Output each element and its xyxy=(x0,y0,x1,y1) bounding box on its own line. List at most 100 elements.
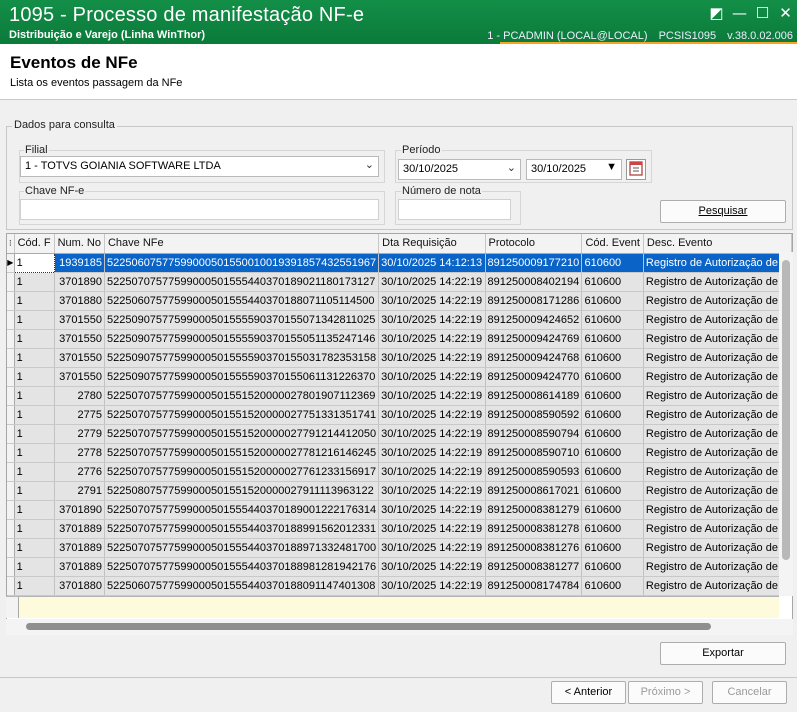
table-cell[interactable]: 30/10/2025 14:22:19 xyxy=(378,500,486,520)
table-cell[interactable]: 610600 xyxy=(581,443,644,463)
table-cell[interactable]: Registro de Autorização de C xyxy=(643,481,792,501)
table-cell[interactable]: 30/10/2025 14:22:19 xyxy=(378,519,486,539)
table-cell[interactable]: 30/10/2025 14:22:19 xyxy=(378,424,486,444)
table-cell[interactable]: 1 xyxy=(14,538,55,558)
close-icon[interactable]: ✕ xyxy=(774,2,797,24)
table-cell[interactable]: 5225070757759900050155544037018900122217… xyxy=(104,500,380,520)
table-cell[interactable]: Registro de Autorização de C xyxy=(643,386,792,406)
table-cell[interactable]: 891250008381277 xyxy=(485,557,583,577)
table-cell[interactable]: Registro de Autorização de C xyxy=(643,253,792,273)
table-cell[interactable]: 610600 xyxy=(581,405,644,425)
table-row[interactable]: 1 3701889 52250707577599000501555440370188… xyxy=(7,519,792,539)
table-cell[interactable]: 5225070757759900050155544037018902118017… xyxy=(104,272,380,292)
vertical-scrollbar[interactable] xyxy=(779,252,793,596)
table-cell[interactable]: 1 xyxy=(14,272,55,292)
table-cell[interactable]: 610600 xyxy=(581,253,644,273)
table-cell[interactable]: 610600 xyxy=(581,481,644,501)
table-cell[interactable]: 5225070757759900050155152000002779121441… xyxy=(104,424,380,444)
restore-layout-icon[interactable]: ◩ xyxy=(705,2,728,24)
grid-new-row[interactable] xyxy=(6,596,779,618)
column-header[interactable]: Cód. Event xyxy=(581,234,644,254)
table-cell[interactable]: Registro de Autorização de C xyxy=(643,500,792,520)
table-cell[interactable]: 891250008171286 xyxy=(485,291,583,311)
table-cell[interactable]: 30/10/2025 14:22:19 xyxy=(378,348,486,368)
table-cell[interactable]: Registro de Autorização de C xyxy=(643,348,792,368)
table-cell[interactable]: 5225060757759900050155544037018807110511… xyxy=(104,291,380,311)
table-cell[interactable]: Registro de Autorização de C xyxy=(643,462,792,482)
table-row[interactable]: 1 2779 52250707577599000501551520000027791… xyxy=(7,424,792,444)
table-row[interactable]: 1 3701880 52250607577599000501555440370188… xyxy=(7,576,792,596)
table-cell[interactable]: 891250008590592 xyxy=(485,405,583,425)
table-cell[interactable]: 2778 xyxy=(54,443,105,463)
table-cell[interactable]: 891250008590593 xyxy=(485,462,583,482)
table-cell[interactable]: 30/10/2025 14:22:19 xyxy=(378,443,486,463)
table-cell[interactable]: 610600 xyxy=(581,329,644,349)
table-row[interactable]: 1 2775 52250707577599000501551520000027751… xyxy=(7,405,792,425)
table-row[interactable]: 1 3701889 52250707577599000501555440370188… xyxy=(7,538,792,558)
table-cell[interactable]: 891250008381278 xyxy=(485,519,583,539)
table-cell[interactable]: 30/10/2025 14:22:19 xyxy=(378,557,486,577)
table-cell[interactable]: 1 xyxy=(14,481,55,501)
table-cell[interactable]: Registro de Autorização de C xyxy=(643,291,792,311)
table-cell[interactable]: 30/10/2025 14:22:19 xyxy=(378,291,486,311)
date-to-picker[interactable]: 30/10/2025 ▼ xyxy=(526,159,622,180)
table-cell[interactable]: 3701550 xyxy=(54,329,105,349)
table-cell[interactable]: Registro de Autorização de C xyxy=(643,272,792,292)
table-cell[interactable]: 610600 xyxy=(581,348,644,368)
table-cell[interactable]: 610600 xyxy=(581,386,644,406)
table-row[interactable]: 1 3701889 52250707577599000501555440370188… xyxy=(7,557,792,577)
table-cell[interactable]: 891250008590794 xyxy=(485,424,583,444)
table-cell[interactable]: Registro de Autorização de C xyxy=(643,424,792,444)
table-cell[interactable]: 1 xyxy=(14,557,55,577)
search-button[interactable]: Pesquisar xyxy=(660,200,786,223)
table-cell[interactable]: 3701889 xyxy=(54,538,105,558)
table-cell[interactable]: 5225090757759900050155559037015506113122… xyxy=(104,367,380,387)
table-row[interactable]: 1 3701890 52250707577599000501555440370189… xyxy=(7,272,792,292)
table-cell[interactable]: Registro de Autorização de C xyxy=(643,557,792,577)
table-cell[interactable]: 1 xyxy=(14,424,55,444)
table-cell[interactable]: 5225070757759900050155544037018899156201… xyxy=(104,519,380,539)
table-cell[interactable]: 30/10/2025 14:22:19 xyxy=(378,272,486,292)
table-cell[interactable]: 30/10/2025 14:22:19 xyxy=(378,386,486,406)
events-grid[interactable]: ⁝ Cód. F Num. No Chave NFe Dta Requisiçã… xyxy=(6,233,793,635)
table-cell[interactable]: 610600 xyxy=(581,519,644,539)
table-cell[interactable]: 891250008617021 xyxy=(485,481,583,501)
table-cell[interactable]: 1 xyxy=(14,386,55,406)
column-header[interactable]: Chave NFe xyxy=(104,234,380,254)
column-header[interactable]: Cód. F xyxy=(14,234,55,254)
table-cell[interactable]: 610600 xyxy=(581,538,644,558)
table-cell[interactable]: 891250008614189 xyxy=(485,386,583,406)
chave-nfe-input[interactable] xyxy=(20,199,379,220)
table-cell[interactable]: 5225090757759900050155559037015507134281… xyxy=(104,310,380,330)
table-cell[interactable]: 891250008590710 xyxy=(485,443,583,463)
table-cell[interactable]: 891250009177210 xyxy=(485,253,583,273)
table-cell[interactable]: 1 xyxy=(14,576,55,596)
table-cell[interactable]: 5225070757759900050155544037018898128194… xyxy=(104,557,380,577)
table-cell[interactable]: 3701889 xyxy=(54,557,105,577)
table-cell[interactable]: 610600 xyxy=(581,310,644,330)
table-cell[interactable]: Registro de Autorização de C xyxy=(643,519,792,539)
table-cell[interactable]: 2779 xyxy=(54,424,105,444)
table-cell[interactable]: 1 xyxy=(14,519,55,539)
table-cell[interactable]: 891250009424770 xyxy=(485,367,583,387)
table-cell[interactable]: 610600 xyxy=(581,272,644,292)
table-cell[interactable]: 5225070757759900050155544037018897133248… xyxy=(104,538,380,558)
table-cell[interactable]: 3701890 xyxy=(54,272,105,292)
table-row[interactable]: 1 2776 52250707577599000501551520000027761… xyxy=(7,462,792,482)
table-cell[interactable]: 5225070757759900050155152000002776123315… xyxy=(104,462,380,482)
table-cell[interactable]: 3701880 xyxy=(54,291,105,311)
table-cell[interactable]: 5225070757759900050155152000002775133135… xyxy=(104,405,380,425)
table-cell[interactable]: 610600 xyxy=(581,424,644,444)
table-cell[interactable]: Registro de Autorização de C xyxy=(643,443,792,463)
table-cell[interactable]: 2775 xyxy=(54,405,105,425)
table-cell[interactable]: 1 xyxy=(14,443,55,463)
table-row[interactable]: 1 2791 52250807577599000501551520000027911… xyxy=(7,481,792,501)
maximize-icon[interactable]: ☐ xyxy=(751,2,774,24)
cancel-button[interactable]: Cancelar xyxy=(712,681,787,704)
table-cell[interactable]: 610600 xyxy=(581,576,644,596)
table-cell[interactable]: 3701880 xyxy=(54,576,105,596)
table-row[interactable]: 1 3701550 52250907577599000501555590370155… xyxy=(7,329,792,349)
table-cell[interactable]: 5225080757759900050155152000002791111396… xyxy=(104,481,380,501)
table-cell[interactable]: 1939185 xyxy=(54,253,105,273)
table-cell[interactable]: 610600 xyxy=(581,367,644,387)
